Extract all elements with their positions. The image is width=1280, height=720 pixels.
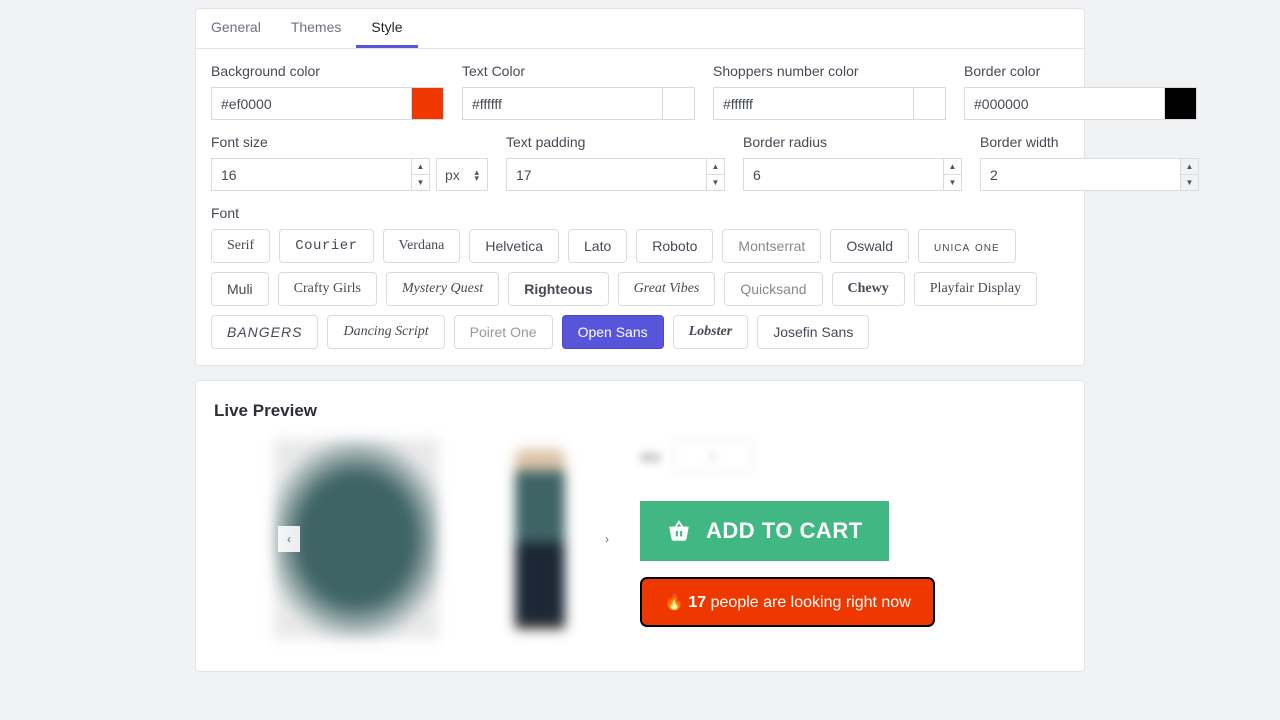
bg-color-label: Background color	[211, 63, 444, 79]
font-option-righteous[interactable]: Righteous	[508, 272, 608, 306]
font-option-roboto[interactable]: Roboto	[636, 229, 713, 263]
shoppers-text: people are looking right now	[706, 594, 911, 611]
font-label: Font	[211, 205, 1069, 221]
border-width-spinner[interactable]: ▲▼	[1181, 158, 1199, 191]
tab-general[interactable]: General	[196, 9, 276, 48]
shoppers-color-label: Shoppers number color	[713, 63, 946, 79]
font-option-open-sans[interactable]: Open Sans	[562, 315, 664, 349]
border-color-input[interactable]	[965, 88, 1164, 119]
text-padding-input[interactable]	[506, 158, 707, 191]
border-width-label: Border width	[980, 134, 1199, 150]
text-color-label: Text Color	[462, 63, 695, 79]
font-button-group: Serif Courier VerdanaHelvetica Lato Roboto Mo…	[211, 229, 1069, 349]
text-color-swatch[interactable]	[662, 88, 694, 119]
shoppers-color-input[interactable]	[714, 88, 913, 119]
live-preview-title: Live Preview	[214, 401, 1066, 421]
font-option-bangers[interactable]: BANGERS	[211, 315, 318, 349]
bg-color-swatch[interactable]	[411, 88, 443, 119]
font-option-josefin-sans[interactable]: Josefin Sans	[757, 315, 869, 349]
add-to-cart-label: ADD TO CART	[706, 518, 863, 544]
shoppers-color-swatch[interactable]	[913, 88, 945, 119]
font-size-spinner[interactable]: ▲▼	[412, 158, 430, 191]
font-option-quicksand[interactable]: Quicksand	[724, 272, 822, 306]
font-size-unit-label: px	[445, 167, 460, 183]
font-option-helvetica[interactable]: Helvetica	[469, 229, 559, 263]
text-color-input[interactable]	[463, 88, 662, 119]
font-size-unit-select[interactable]: px ▴▾	[436, 158, 488, 191]
carousel-next-icon[interactable]: ›	[596, 526, 618, 552]
font-option-muli[interactable]: Muli	[211, 272, 269, 306]
font-option-courier[interactable]: Courier	[279, 229, 373, 263]
tabs-bar: General Themes Style	[196, 9, 1084, 49]
border-radius-spinner[interactable]: ▲▼	[944, 158, 962, 191]
tab-themes[interactable]: Themes	[276, 9, 357, 48]
qty-label: qty	[640, 448, 661, 464]
font-option-lobster[interactable]: Lobster	[673, 315, 749, 349]
chevron-updown-icon: ▴▾	[474, 169, 479, 181]
basket-icon	[666, 518, 692, 544]
font-option-verdana[interactable]: Verdana	[383, 229, 461, 263]
font-option-lato[interactable]: Lato	[568, 229, 627, 263]
urgency-banner: 🔥 17 people are looking right now	[640, 577, 935, 627]
border-width-input[interactable]	[980, 158, 1181, 191]
carousel-prev-icon[interactable]: ‹	[278, 526, 300, 552]
shoppers-count: 17	[688, 594, 706, 611]
font-option-great-vibes[interactable]: Great Vibes	[618, 272, 716, 306]
font-option-dancing-script[interactable]: Dancing Script	[327, 315, 444, 349]
tab-style[interactable]: Style	[356, 9, 417, 48]
text-padding-spinner[interactable]: ▲▼	[707, 158, 725, 191]
font-size-input[interactable]	[211, 158, 412, 191]
font-option-crafty-girls[interactable]: Crafty Girls	[278, 272, 377, 306]
font-option-montserrat[interactable]: Montserrat	[722, 229, 821, 263]
border-radius-label: Border radius	[743, 134, 962, 150]
live-preview-card: Live Preview ‹ › qty 1 A	[195, 380, 1085, 672]
border-color-label: Border color	[964, 63, 1197, 79]
font-size-label: Font size	[211, 134, 488, 150]
font-option-unica-one[interactable]: unica one	[918, 229, 1016, 263]
add-to-cart-button[interactable]: ADD TO CART	[640, 501, 889, 561]
border-color-swatch[interactable]	[1164, 88, 1196, 119]
font-option-poiret-one[interactable]: Poiret One	[454, 315, 553, 349]
font-option-playfair-display[interactable]: Playfair Display	[914, 272, 1037, 306]
text-padding-label: Text padding	[506, 134, 725, 150]
bg-color-input[interactable]	[212, 88, 411, 119]
style-panel: Background color Text Color Shoppers num…	[196, 49, 1084, 365]
fire-icon: 🔥	[664, 594, 684, 611]
style-settings-card: General Themes Style Background color Te…	[195, 8, 1085, 366]
border-radius-input[interactable]	[743, 158, 944, 191]
font-option-oswald[interactable]: Oswald	[830, 229, 909, 263]
font-option-chewy[interactable]: Chewy	[832, 272, 905, 306]
font-option-mystery-quest[interactable]: Mystery Quest	[386, 272, 499, 306]
qty-input[interactable]: 1	[673, 439, 753, 473]
font-option-serif[interactable]: Serif	[211, 229, 270, 263]
